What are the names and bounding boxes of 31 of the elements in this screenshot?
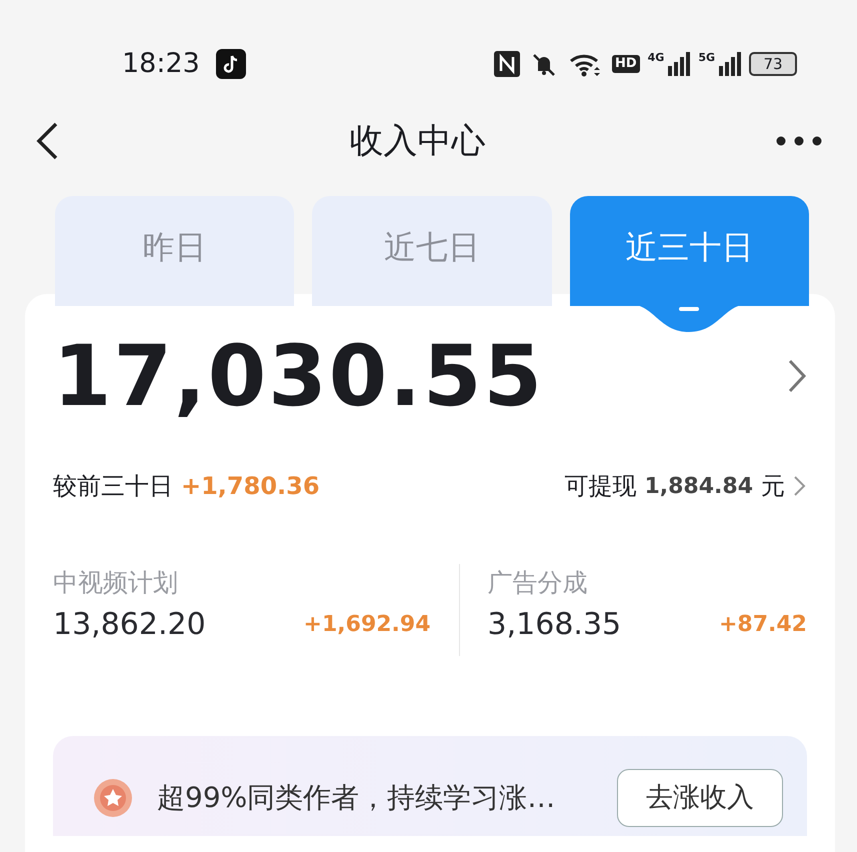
stat-value: 3,168.35 bbox=[488, 606, 622, 644]
hd-indicator: HD bbox=[612, 55, 640, 73]
network-label: 5G bbox=[698, 52, 715, 63]
nfc-icon bbox=[494, 51, 520, 77]
signal-icon bbox=[668, 52, 690, 76]
stat-change: +1,692.94 bbox=[304, 610, 431, 638]
period-tab[interactable]: 近七日 bbox=[312, 196, 552, 306]
signal-icon bbox=[719, 52, 741, 76]
page-title: 收入中心 bbox=[350, 120, 486, 162]
stat-change: +87.42 bbox=[718, 610, 807, 638]
more-icon[interactable] bbox=[775, 135, 823, 147]
earn-more-button[interactable]: 去涨收入 bbox=[617, 768, 783, 828]
stat-label: 广告分成 bbox=[488, 567, 589, 599]
back-icon[interactable] bbox=[34, 121, 60, 161]
chevron-right-icon[interactable] bbox=[787, 358, 807, 394]
compare-value: +1,780.36 bbox=[181, 471, 320, 502]
withdraw-amount: 1,884.84 bbox=[644, 472, 753, 500]
medal-icon bbox=[93, 778, 133, 818]
stat-label: 中视频计划 bbox=[53, 567, 179, 599]
period-tab[interactable]: 昨日 bbox=[55, 196, 294, 306]
network-label: 4G bbox=[648, 52, 664, 63]
currency-unit: 元 bbox=[761, 471, 785, 502]
status-time: 18:23 bbox=[122, 46, 200, 81]
app-icon bbox=[216, 49, 246, 79]
stat-value: 13,862.20 bbox=[53, 606, 206, 644]
chevron-right-icon[interactable] bbox=[793, 475, 807, 497]
total-income: 17,030.55 bbox=[53, 334, 544, 418]
banner-text: 超99%同类作者，持续学习涨… bbox=[157, 780, 556, 816]
compare-label: 较前三十日 bbox=[53, 471, 173, 502]
battery-indicator: 73 bbox=[749, 52, 797, 76]
withdraw-label: 可提现 bbox=[564, 471, 636, 502]
